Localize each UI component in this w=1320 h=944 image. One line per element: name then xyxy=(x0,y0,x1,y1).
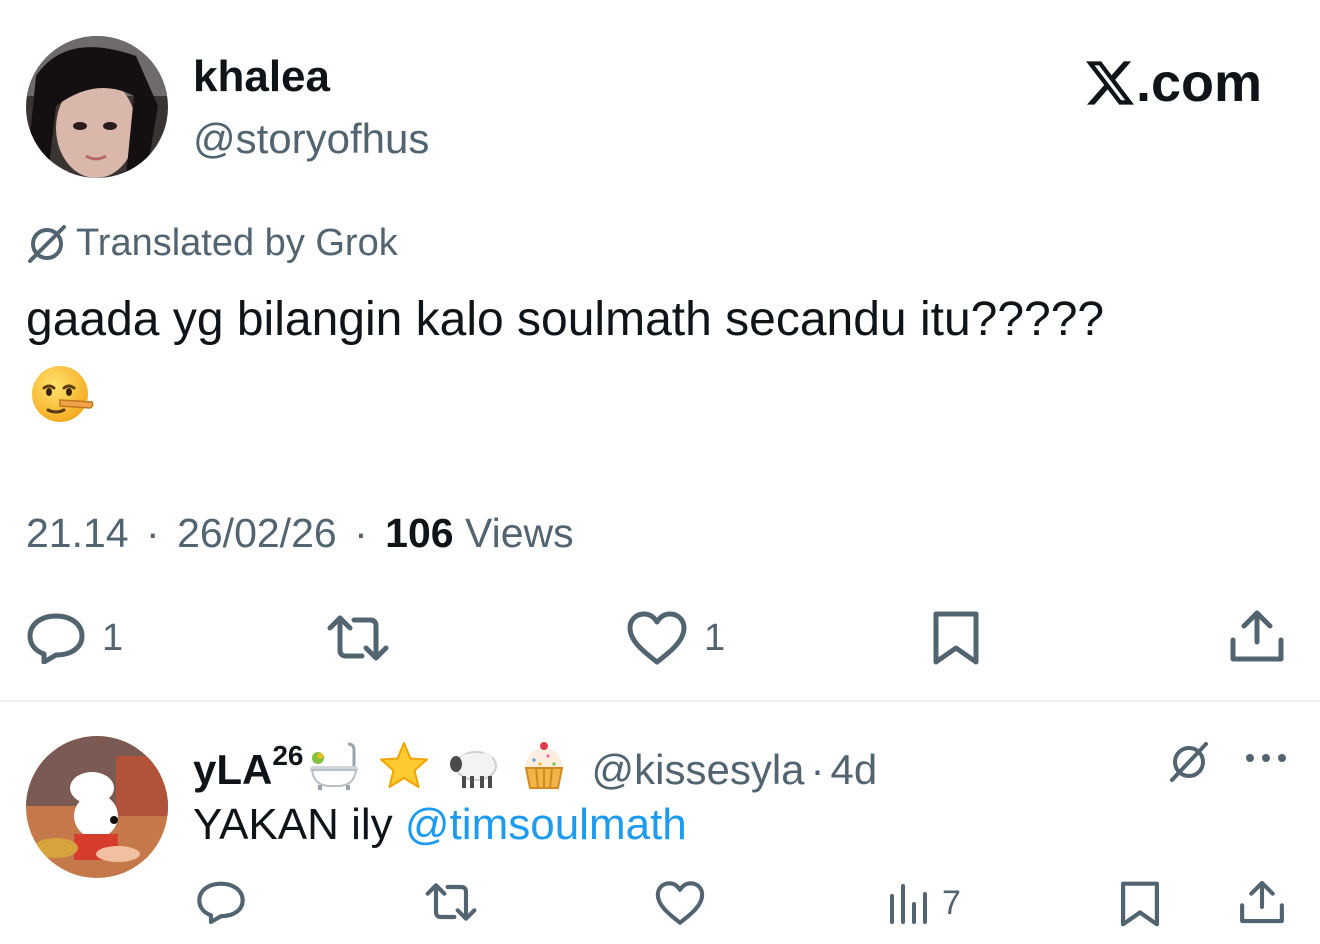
bookmark-icon xyxy=(933,611,979,665)
reply-header: yLA26 @kissesyla · 4d xyxy=(193,732,877,794)
tweet-time[interactable]: 21.14 xyxy=(26,510,129,556)
reply-name-emojis xyxy=(308,740,588,792)
x-logo-icon xyxy=(1085,61,1134,105)
reply-text: YAKAN ily @timsoulmath xyxy=(193,800,687,849)
reply-icon xyxy=(27,613,85,664)
reply-share-button[interactable] xyxy=(1238,878,1286,926)
retweet-icon xyxy=(327,615,389,661)
reply-bookmark-button[interactable] xyxy=(1118,880,1162,928)
share-icon xyxy=(1230,610,1284,662)
brand-domain: .com xyxy=(1135,53,1262,113)
tweet-divider xyxy=(0,700,1320,702)
lying-face-emoji-icon xyxy=(32,366,94,422)
reply-grok-icon[interactable] xyxy=(1166,738,1212,784)
reply-like-button[interactable] xyxy=(654,880,706,926)
like-count: 1 xyxy=(704,616,726,659)
share-button[interactable] xyxy=(1228,608,1286,664)
more-options-icon[interactable] xyxy=(1244,744,1288,772)
retweet-icon xyxy=(425,883,477,921)
reply-author-handle[interactable]: @kissesyla · 4d xyxy=(592,746,878,794)
bookmark-icon xyxy=(1120,881,1160,927)
author-handle[interactable]: @storyofhus xyxy=(193,115,429,163)
reply-views-count: 7 xyxy=(942,883,961,922)
reply-icon xyxy=(197,881,245,924)
translated-label: Translated by Grok xyxy=(76,222,398,264)
meta-separator: · xyxy=(146,510,160,556)
reply-separator: · xyxy=(810,746,825,793)
meta-separator: · xyxy=(354,510,368,556)
reply-views-button[interactable]: 7 xyxy=(888,882,961,924)
reply-retweet-button[interactable] xyxy=(424,882,478,922)
reply-button[interactable]: 1 xyxy=(26,612,123,664)
author-name[interactable]: khalea xyxy=(193,52,330,102)
bathtub-emoji-icon xyxy=(309,742,358,790)
heart-icon xyxy=(655,881,705,925)
translation-notice[interactable]: Translated by Grok xyxy=(26,222,398,265)
reply-author-name[interactable]: yLA26 xyxy=(193,740,304,794)
retweet-button[interactable] xyxy=(326,614,390,662)
reply-reply-button[interactable] xyxy=(196,880,246,924)
cupcake-emoji-icon xyxy=(524,742,563,789)
tweet-text: gaada yg bilangin kalo soulmath secandu … xyxy=(26,293,1105,346)
x-brand: .com xyxy=(1085,52,1262,114)
reply-mention-link[interactable]: @timsoulmath xyxy=(405,800,687,849)
heart-icon xyxy=(627,611,687,665)
analytics-icon xyxy=(890,884,927,924)
reply-author-avatar[interactable] xyxy=(26,736,168,878)
star-emoji-icon xyxy=(379,742,428,788)
author-avatar[interactable] xyxy=(26,36,168,178)
reply-age[interactable]: 4d xyxy=(831,746,878,793)
reply-author-name-sup: 26 xyxy=(272,740,304,771)
tweet-meta: 21.14 · 26/02/26 · 106 Views xyxy=(26,510,574,557)
like-button[interactable]: 1 xyxy=(626,610,725,666)
share-icon xyxy=(1240,880,1284,924)
sheep-emoji-icon xyxy=(449,751,497,788)
reply-count: 1 xyxy=(102,616,124,659)
grok-icon xyxy=(28,224,66,263)
bookmark-button[interactable] xyxy=(930,610,982,666)
tweet-date[interactable]: 26/02/26 xyxy=(177,510,337,556)
views-count: 106 xyxy=(385,510,454,556)
views-label: Views xyxy=(464,510,574,556)
